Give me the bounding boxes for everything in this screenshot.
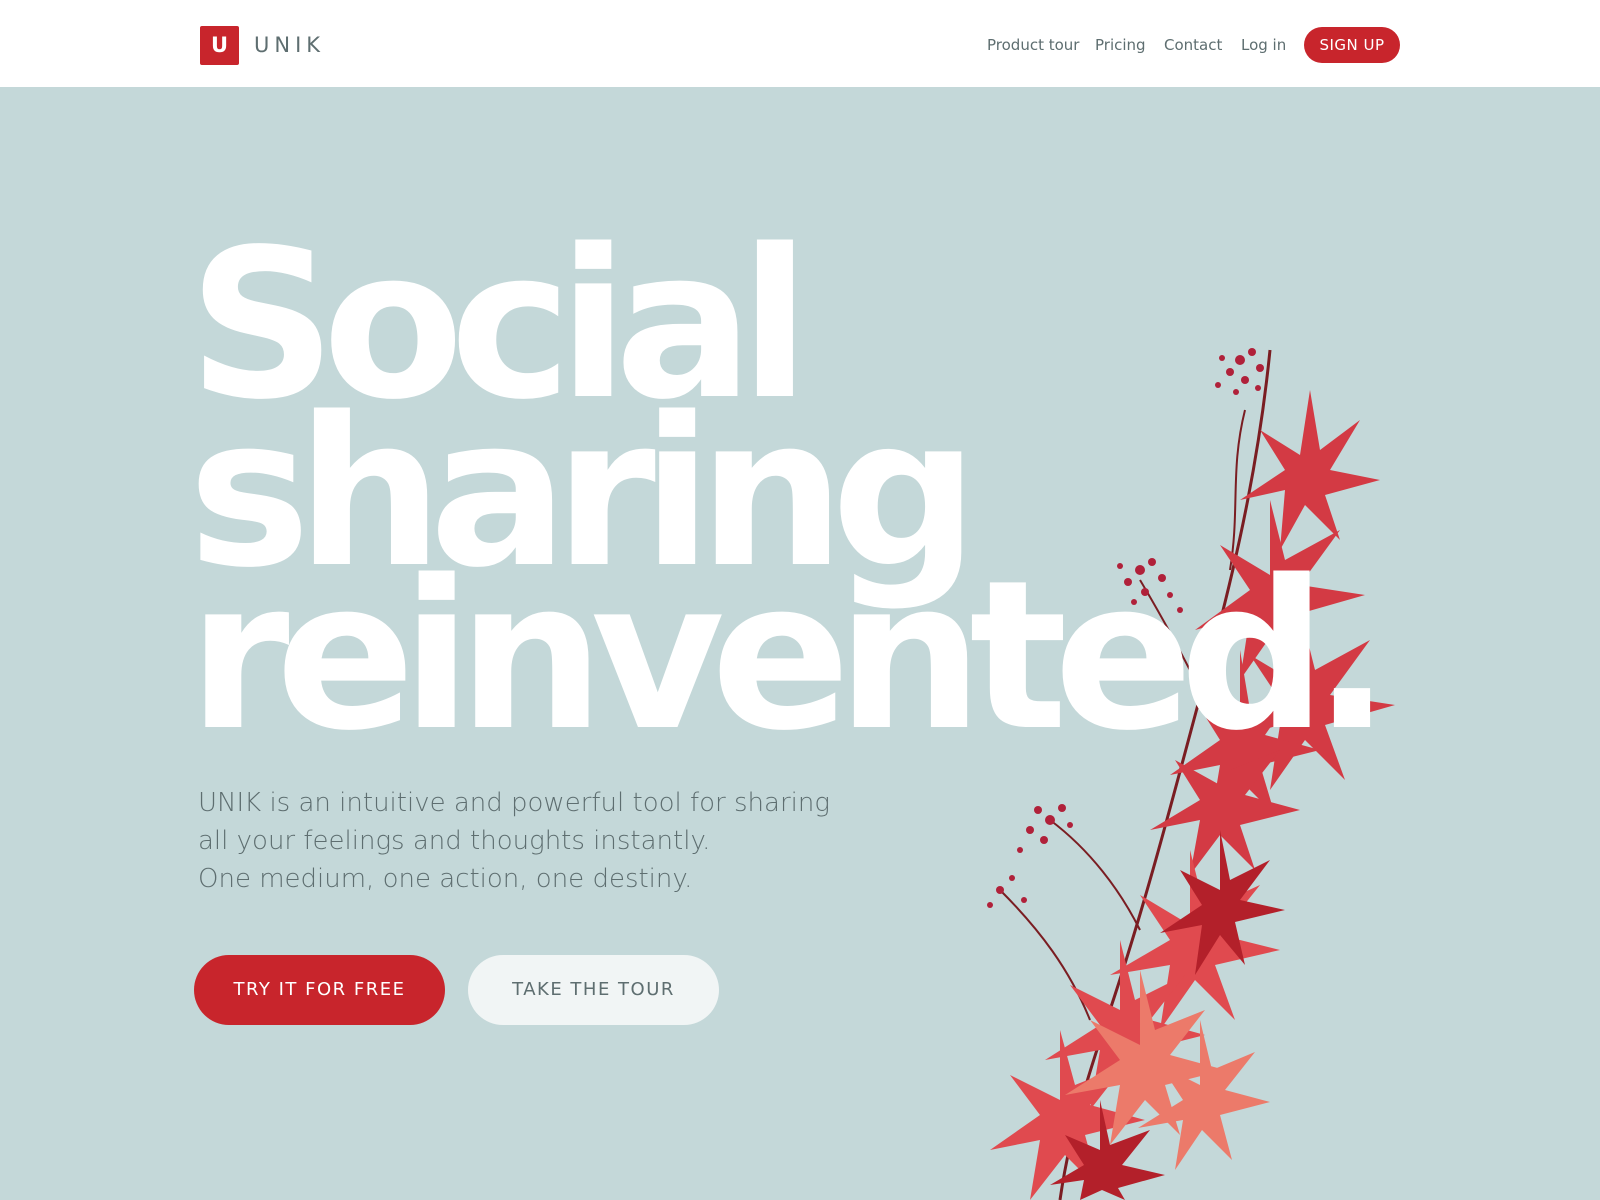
brand-name[interactable]: UNIK	[254, 31, 325, 59]
logo-icon[interactable]: U	[200, 26, 239, 65]
headline-line-3: reinvented.	[188, 536, 1391, 776]
subtitle-line-2: all your feelings and thoughts instantly…	[198, 826, 711, 856]
sign-up-button[interactable]: SIGN UP	[1304, 27, 1400, 63]
nav-link-product-tour[interactable]: Product tour	[987, 35, 1079, 55]
nav-link-contact[interactable]: Contact	[1164, 35, 1222, 55]
take-the-tour-button[interactable]: TAKE THE TOUR	[468, 955, 719, 1025]
subtitle-line-3: One medium, one action, one destiny.	[198, 864, 693, 894]
try-it-for-free-button[interactable]: TRY IT FOR FREE	[194, 955, 445, 1025]
nav-link-log-in[interactable]: Log in	[1241, 35, 1286, 55]
subtitle-line-1: UNIK is an intuitive and powerful tool f…	[198, 788, 830, 818]
landing-page: U UNIK Product tour Pricing Contact Log …	[0, 0, 1600, 1200]
nav-link-pricing[interactable]: Pricing	[1095, 35, 1146, 55]
top-navbar: U UNIK Product tour Pricing Contact Log …	[0, 0, 1600, 87]
hero-subtitle: UNIK is an intuitive and powerful tool f…	[198, 784, 830, 898]
